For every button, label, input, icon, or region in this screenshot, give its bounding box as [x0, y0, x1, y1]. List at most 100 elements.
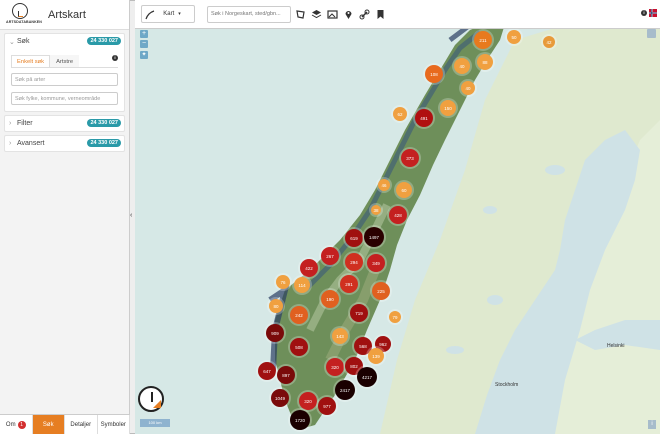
observation-cluster[interactable]: 619: [345, 229, 363, 247]
observation-cluster[interactable]: 4217: [357, 367, 377, 387]
info-icon[interactable]: i: [112, 55, 118, 61]
tab-detaljer[interactable]: Detaljer: [65, 415, 98, 434]
observation-cluster[interactable]: 46: [378, 179, 390, 191]
chevron-down-icon: ▾: [178, 11, 181, 17]
section-sok-header[interactable]: ⌄ Søk 24 330 027: [5, 34, 124, 49]
observation-cluster[interactable]: 225: [372, 282, 390, 300]
section-label: Filter: [17, 120, 33, 127]
section-sok: ⌄ Søk 24 330 027 i Enkelt søk Artstre: [4, 33, 125, 112]
chevron-right-icon: ›: [9, 120, 12, 127]
layers-icon[interactable]: [309, 7, 323, 21]
observation-cluster[interactable]: 108: [425, 65, 443, 83]
tab-artstre[interactable]: Artstre: [50, 55, 80, 67]
observation-cluster[interactable]: 373: [401, 149, 419, 167]
observation-cluster[interactable]: 114: [294, 277, 310, 293]
polygon-icon[interactable]: [293, 7, 307, 21]
language-flag-icon[interactable]: [649, 9, 657, 17]
observation-cluster[interactable]: 88: [477, 54, 493, 70]
observation-cluster[interactable]: 428: [389, 206, 407, 224]
artsdatabanken-logo[interactable]: ARTSDATABANKEN: [6, 2, 42, 27]
map-search-input[interactable]: [207, 5, 291, 23]
locate-icon[interactable]: ✦: [140, 51, 148, 59]
tab-sok[interactable]: Søk: [32, 415, 65, 434]
notification-badge: 1: [17, 420, 26, 429]
map-toolbar: Kart ▾ i: [135, 0, 660, 29]
fullscreen-icon[interactable]: [647, 29, 656, 38]
layer-selector-button[interactable]: Kart ▾: [141, 5, 195, 23]
app-title: Artskart: [48, 8, 86, 21]
observation-cluster[interactable]: 150: [440, 100, 456, 116]
chevron-right-icon: ›: [9, 140, 12, 147]
observation-cluster[interactable]: 977: [318, 397, 336, 415]
observation-cluster[interactable]: 647: [258, 362, 276, 380]
search-tabs: Enkelt søk Artstre: [11, 55, 118, 68]
section-label: Avansert: [17, 140, 45, 147]
scale-bar: 100 km: [140, 419, 170, 427]
section-filter-header[interactable]: › Filter 24 330 027: [5, 116, 124, 131]
species-search-input[interactable]: [11, 73, 118, 86]
count-badge: 24 330 027: [87, 139, 121, 147]
observation-cluster[interactable]: 1497: [364, 227, 384, 247]
observation-cluster[interactable]: 38: [371, 205, 381, 215]
map-canvas[interactable]: 211 50 42 108 40 88 40 150 491 62 373 46 60 38 428 619 1…: [135, 0, 660, 434]
observation-cluster[interactable]: 40: [454, 58, 470, 74]
observation-cluster[interactable]: 40: [461, 81, 475, 95]
collapse-sidebar-icon[interactable]: ‹: [130, 212, 135, 224]
observation-cluster[interactable]: 242: [290, 306, 308, 324]
observation-cluster[interactable]: 719: [350, 304, 368, 322]
info-icon[interactable]: i: [641, 10, 647, 16]
chevron-down-icon: ⌄: [9, 38, 15, 46]
tab-label: Om: [5, 421, 16, 428]
link-icon[interactable]: [357, 7, 371, 21]
observation-cluster[interactable]: 1720: [290, 410, 310, 430]
observation-cluster[interactable]: 1049: [271, 389, 289, 407]
observation-cluster[interactable]: 422: [300, 259, 318, 277]
pen-icon: [145, 10, 155, 20]
observation-cluster[interactable]: 291: [340, 275, 358, 293]
layer-selector-label: Kart: [163, 11, 175, 17]
zoom-out-button[interactable]: −: [140, 40, 148, 48]
count-badge: 24 330 027: [87, 37, 121, 45]
observation-cluster[interactable]: 50: [507, 30, 521, 44]
observation-cluster[interactable]: 320: [326, 358, 344, 376]
attribution-info-icon[interactable]: i: [648, 420, 656, 429]
observation-cluster[interactable]: 190: [321, 290, 339, 308]
observation-cluster[interactable]: 909: [266, 324, 284, 342]
observation-cluster[interactable]: 294: [345, 253, 363, 271]
compass-icon[interactable]: [138, 386, 164, 412]
observation-cluster[interactable]: 211: [474, 31, 492, 49]
observation-cluster[interactable]: 267: [321, 247, 339, 265]
tab-symboler[interactable]: Symboler: [98, 415, 130, 434]
bookmark-icon[interactable]: [373, 7, 387, 21]
count-badge: 24 330 027: [87, 119, 121, 127]
place-label-stockholm: Stockholm: [495, 382, 519, 388]
observation-cluster[interactable]: 80: [269, 299, 283, 313]
section-avansert-header[interactable]: › Avansert 24 330 027: [5, 136, 124, 151]
observation-cluster[interactable]: 143: [332, 328, 348, 344]
sidebar-header: ARTSDATABANKEN Artskart: [0, 0, 129, 30]
tab-om[interactable]: Om 1: [0, 415, 33, 434]
place-label-helsinki: Helsinki: [607, 343, 625, 349]
observation-cluster[interactable]: 76: [276, 275, 290, 289]
observation-cluster[interactable]: 2417: [335, 380, 355, 400]
section-filter: › Filter 24 330 027: [4, 115, 125, 132]
observation-cluster[interactable]: 897: [277, 366, 295, 384]
tab-enkelt-sok[interactable]: Enkelt søk: [11, 55, 51, 67]
section-avansert: › Avansert 24 330 027: [4, 135, 125, 152]
location-pin-icon[interactable]: [341, 7, 355, 21]
observation-cluster[interactable]: 139: [368, 348, 384, 364]
observation-cluster[interactable]: 320: [299, 392, 317, 410]
observation-cluster[interactable]: 62: [393, 107, 407, 121]
observation-cluster[interactable]: 42: [543, 36, 555, 48]
observation-cluster[interactable]: 60: [396, 182, 412, 198]
sidebar: ARTSDATABANKEN Artskart ⌄ Søk 24 330 027…: [0, 0, 130, 434]
area-search-input[interactable]: [11, 92, 118, 105]
observation-cluster[interactable]: 79: [389, 311, 401, 323]
section-label: Søk: [17, 38, 30, 45]
observation-cluster[interactable]: 491: [415, 109, 433, 127]
observation-cluster[interactable]: 349: [367, 254, 385, 272]
zoom-in-button[interactable]: +: [140, 30, 148, 38]
bottom-tab-bar: Om 1 Søk Detaljer Symboler: [0, 414, 130, 434]
image-icon[interactable]: [325, 7, 339, 21]
observation-cluster[interactable]: 508: [290, 338, 308, 356]
